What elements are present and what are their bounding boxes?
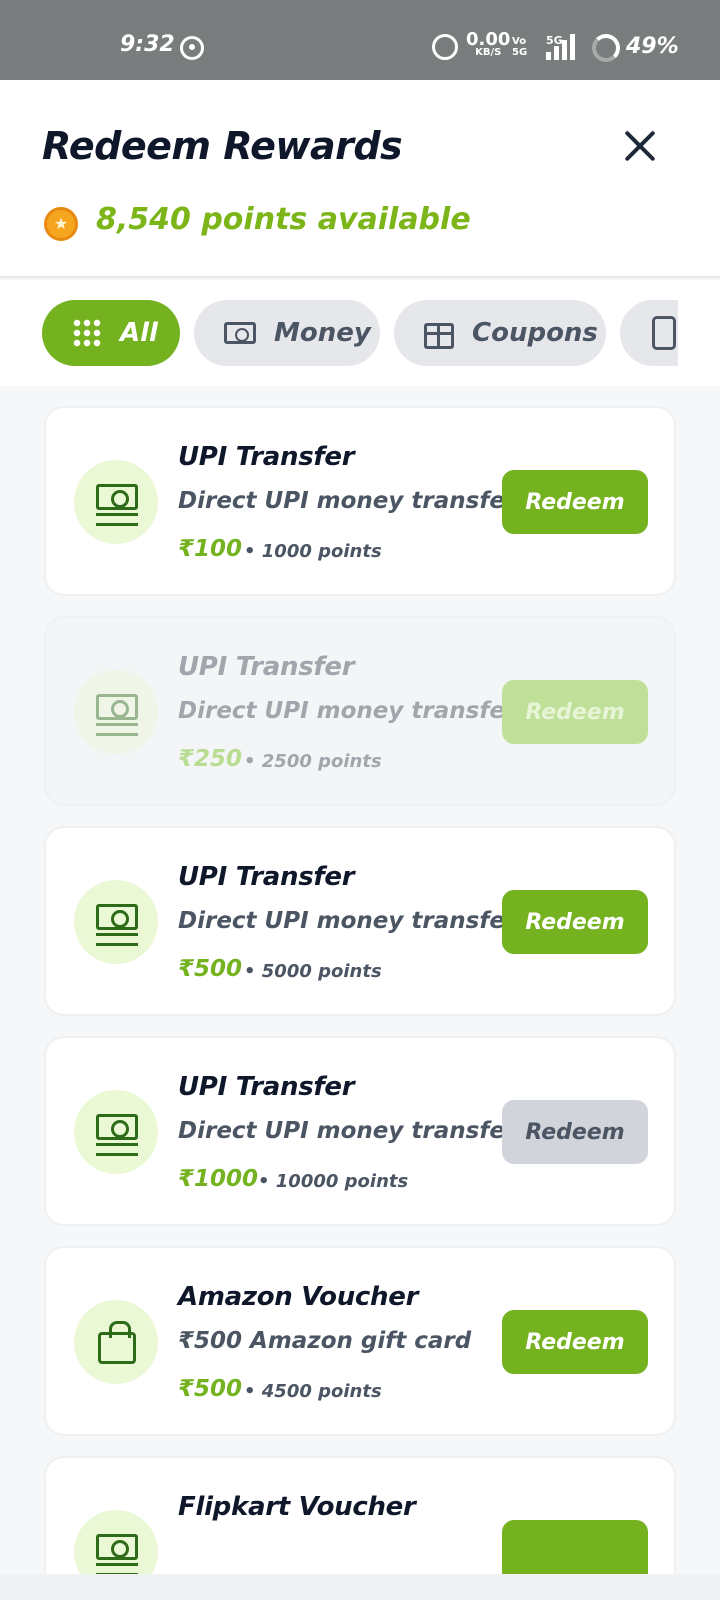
reward-points: • 1000 points — [244, 541, 382, 562]
status-time: 9:32 — [120, 32, 175, 57]
tab-coupons-label: Coupons — [472, 318, 598, 348]
shopping-bag-icon — [98, 1321, 136, 1364]
tab-money[interactable]: Money — [194, 300, 380, 366]
rewards-list[interactable]: UPI Transfer Direct UPI money transfer ₹… — [0, 386, 720, 1574]
reward-amount: ₹250 — [178, 746, 243, 772]
battery-percent: 49% — [626, 34, 679, 59]
chat-head-icon — [180, 36, 204, 60]
filter-tabs: All Money Coupons — [0, 280, 720, 386]
reward-card: UPI Transfer Direct UPI money transfer ₹… — [44, 826, 676, 1016]
coin-icon: ★ — [44, 207, 78, 241]
reward-icon-badge — [74, 1300, 158, 1384]
close-icon[interactable] — [620, 126, 660, 166]
volte-indicator: Vo 5G — [512, 36, 527, 58]
reward-icon-badge — [74, 880, 158, 964]
cash-icon — [96, 904, 138, 946]
reward-amount: ₹1000 — [178, 1166, 259, 1192]
reward-amount: ₹100 — [178, 536, 243, 562]
volte-bottom: 5G — [512, 47, 528, 58]
reward-icon-badge — [74, 460, 158, 544]
redeem-button[interactable]: Redeem — [502, 470, 648, 534]
reward-icon-badge — [74, 1510, 158, 1574]
tab-money-label: Money — [274, 318, 371, 348]
cash-icon — [96, 1114, 138, 1156]
reward-card: Amazon Voucher ₹500 Amazon gift card ₹50… — [44, 1246, 676, 1436]
reward-card-disabled: UPI Transfer Direct UPI money transfer ₹… — [44, 616, 676, 806]
page-title: Redeem Rewards — [42, 124, 403, 168]
reward-points: • 4500 points — [244, 1381, 382, 1402]
signal-type-label: 5G — [546, 34, 563, 47]
reward-description: Direct UPI money transfer — [178, 908, 517, 934]
reward-icon-badge — [74, 670, 158, 754]
grid-icon — [72, 318, 102, 348]
redeem-button-disabled: Redeem — [502, 680, 648, 744]
sheet-header: Redeem Rewards ★ 8,540 points available — [0, 80, 720, 278]
reward-title: UPI Transfer — [178, 1072, 355, 1102]
tab-more[interactable] — [620, 300, 678, 366]
reward-points: • 5000 points — [244, 961, 382, 982]
money-icon — [224, 322, 256, 344]
tab-all-label: All — [120, 318, 158, 348]
reward-card: UPI Transfer Direct UPI money transfer ₹… — [44, 406, 676, 596]
reward-amount: ₹500 — [178, 1376, 243, 1402]
status-bar: 9:32 0.00 KB/S Vo 5G 5G 49% — [0, 0, 720, 80]
navigation-bar — [0, 1574, 720, 1600]
reward-description: Direct UPI money transfer — [178, 488, 517, 514]
reward-title: UPI Transfer — [178, 442, 355, 472]
redeem-button[interactable] — [502, 1520, 648, 1574]
reward-card: Flipkart Voucher — [44, 1456, 676, 1574]
redeem-button-locked[interactable]: Redeem — [502, 1100, 648, 1164]
network-speed: 0.00 KB/S — [466, 31, 510, 58]
reward-description: ₹500 Amazon gift card — [178, 1328, 472, 1354]
reward-icon-badge — [74, 1090, 158, 1174]
cash-icon — [96, 694, 138, 736]
reward-title: Flipkart Voucher — [178, 1492, 416, 1522]
filter-tabs-scroller[interactable]: All Money Coupons — [42, 300, 678, 366]
gift-icon — [424, 323, 454, 349]
points-available: 8,540 points available — [96, 202, 471, 237]
cash-icon — [96, 484, 138, 526]
battery-icon — [592, 34, 620, 62]
reward-title: UPI Transfer — [178, 862, 355, 892]
reward-amount: ₹500 — [178, 956, 243, 982]
reward-points: • 10000 points — [258, 1171, 409, 1192]
reward-title: Amazon Voucher — [178, 1282, 419, 1312]
reward-description: Direct UPI money transfer — [178, 1118, 517, 1144]
tab-coupons[interactable]: Coupons — [394, 300, 606, 366]
reward-description: Direct UPI money transfer — [178, 698, 517, 724]
reward-card: UPI Transfer Direct UPI money transfer ₹… — [44, 1036, 676, 1226]
redeem-button[interactable]: Redeem — [502, 890, 648, 954]
reward-points: • 2500 points — [244, 751, 382, 772]
volte-top: Vo — [512, 36, 527, 47]
redeem-button[interactable]: Redeem — [502, 1310, 648, 1374]
tab-all[interactable]: All — [42, 300, 180, 366]
cash-icon — [96, 1534, 138, 1574]
phone-icon — [652, 316, 676, 350]
reward-title: UPI Transfer — [178, 652, 355, 682]
alarm-icon — [432, 34, 458, 60]
